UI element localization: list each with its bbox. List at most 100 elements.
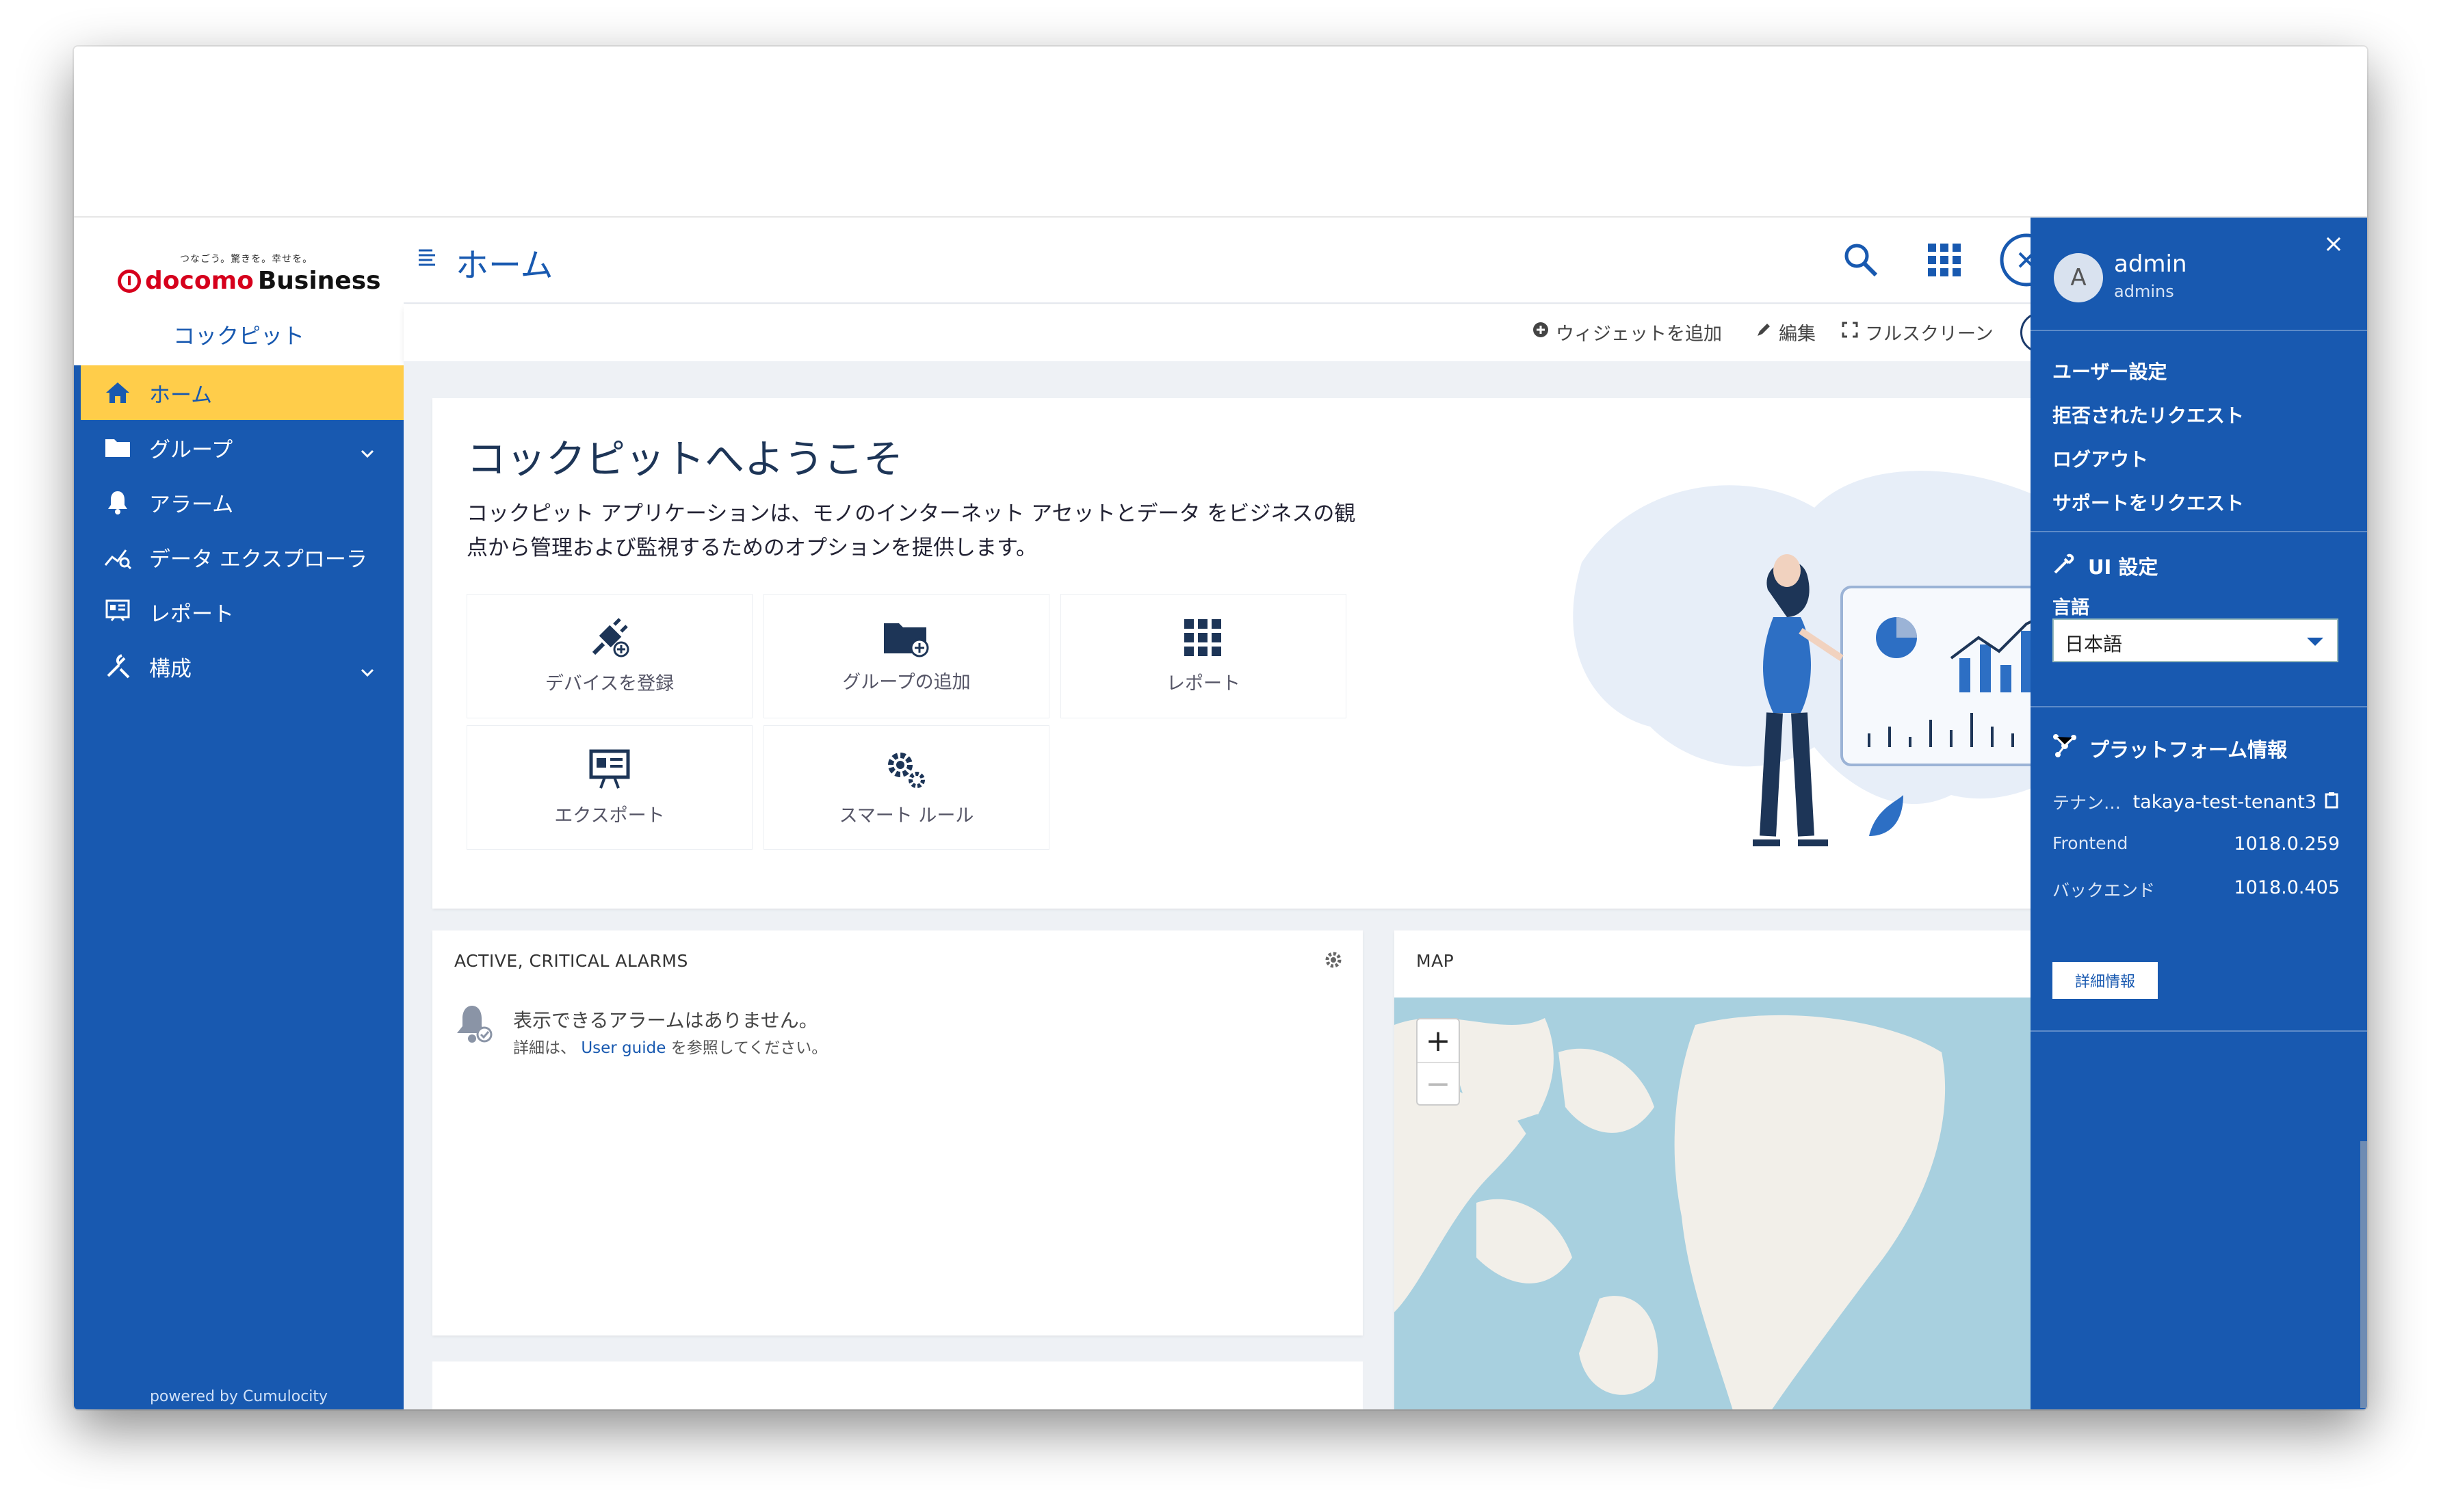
panel-scrollbar[interactable] [2360, 1141, 2367, 1408]
add-widget-button[interactable]: ウィジェットを追加 [1532, 319, 1722, 346]
chevron-down-icon[interactable] [360, 439, 375, 464]
tile-add-group[interactable]: グループの追加 [763, 594, 1049, 718]
gear-icon[interactable] [1324, 951, 1342, 972]
data-explorer-icon [103, 542, 133, 572]
chevron-down-icon[interactable] [360, 658, 375, 683]
brand-name-red: docomo [145, 267, 254, 295]
frontend-row: Frontend 1018.0.259 [2052, 833, 2340, 855]
sidebar-nav: ホーム グループ アラーム データ エクスプローラ レポート 構成 [74, 365, 404, 694]
divider [2031, 1030, 2367, 1032]
sidebar-item-groups[interactable]: グループ [74, 420, 404, 475]
widget-partial [432, 1361, 1363, 1409]
brand-tagline: つなごう。驚きを。幸せを。 [180, 254, 313, 265]
expand-icon [1842, 322, 1858, 343]
tenant-value-group: takaya-test-tenant3 [2133, 790, 2340, 814]
tile-label: スマート ルール [839, 805, 974, 826]
platform-info-label: プラットフォーム情報 [2089, 738, 2288, 761]
brand-logo[interactable]: docomo Business [118, 267, 381, 295]
sidebar-item-label: データ エクスプローラ [149, 547, 367, 572]
network-icon [2052, 733, 2077, 763]
sidebar-item-configuration[interactable]: 構成 [74, 639, 404, 694]
tenant-label: テナン… [2052, 793, 2122, 813]
page-title: ホーム [456, 246, 553, 285]
sidebar-item-data-explorer[interactable]: データ エクスプローラ [74, 530, 404, 584]
wrench-icon [103, 651, 133, 681]
sidebar-item-home[interactable]: ホーム [81, 365, 404, 420]
user-guide-link[interactable]: User guide [581, 1039, 666, 1057]
tile-export[interactable]: エクスポート [467, 725, 753, 850]
alarm-help-suffix: を参照してください。 [670, 1039, 828, 1057]
add-widget-label: ウィジェットを追加 [1556, 324, 1722, 345]
app-window: つなごう。驚きを。幸せを。 docomo Business コックピット ホーム… [74, 47, 2367, 1409]
sidebar: つなごう。驚きを。幸せを。 docomo Business コックピット ホーム… [74, 218, 404, 1409]
report-icon [103, 597, 133, 627]
menu-user-settings[interactable]: ユーザー設定 [2052, 357, 2167, 384]
folder-plus-icon [883, 619, 930, 660]
brand-area: つなごう。驚きを。幸せを。 docomo Business コックピット [74, 218, 404, 365]
caret-down-icon [2307, 638, 2323, 646]
plus-circle-icon [1532, 322, 1549, 343]
app-switcher-button[interactable] [1918, 235, 1970, 287]
sidebar-item-reports[interactable]: レポート [74, 584, 404, 639]
docomo-logo-icon [118, 269, 141, 293]
no-alarms-message: 表示できるアラームはありません。 [513, 1009, 818, 1032]
backend-label: バックエンド [2052, 881, 2156, 900]
ui-settings-title: UI 設定 [2052, 551, 2158, 580]
sidebar-item-label: グループ [149, 437, 233, 462]
edit-button[interactable]: 編集 [1755, 319, 1816, 346]
welcome-description: コックピット アプリケーションは、モノのインターネット アセットとデータ をビジ… [467, 501, 1356, 560]
avatar: A [2054, 253, 2103, 302]
zoom-in-button[interactable]: + [1418, 1019, 1459, 1062]
sidebar-item-label: アラーム [149, 492, 234, 517]
menu-request-support[interactable]: サポートをリクエスト [2052, 488, 2244, 516]
menu-rejected-requests[interactable]: 拒否されたリクエスト [2052, 401, 2244, 428]
welcome-title: コックピットへようこそ [467, 436, 904, 482]
grid-icon [1183, 618, 1224, 662]
alarms-widget: ACTIVE, CRITICAL ALARMS 表示できるアラームはありません。… [432, 930, 1363, 1335]
tile-register-device[interactable]: デバイスを登録 [467, 594, 753, 718]
home-icon [103, 378, 133, 408]
tile-smart-rules[interactable]: スマート ルール [763, 725, 1049, 850]
divider [2031, 330, 2367, 331]
panel-close-button[interactable]: × [2323, 230, 2344, 258]
backend-row: バックエンド 1018.0.405 [2052, 877, 2340, 902]
plug-icon [587, 617, 632, 662]
menu-toggle-icon[interactable] [417, 248, 436, 270]
sidebar-item-label: 構成 [149, 656, 192, 681]
browser-blank-area [74, 47, 2367, 218]
pencil-icon [1755, 322, 1772, 343]
alarms-title: ACTIVE, CRITICAL ALARMS [454, 951, 688, 971]
map-title: MAP [1416, 951, 1454, 971]
tile-reports[interactable]: レポート [1060, 594, 1346, 718]
language-select[interactable]: 日本語 [2052, 618, 2338, 662]
gears-icon [884, 748, 929, 794]
welcome-widget: コックピットへようこそ コックピット アプリケーションは、モノのインターネット … [432, 398, 2266, 909]
brand-name-black: Business [257, 267, 381, 295]
frontend-value: 1018.0.259 [2234, 833, 2340, 855]
presentation-icon [588, 748, 631, 794]
sidebar-item-label: レポート [149, 601, 234, 627]
eyedropper-icon [2052, 552, 2076, 580]
tile-label: レポート [1166, 673, 1240, 694]
search-button[interactable] [1835, 235, 1887, 287]
app-name[interactable]: コックピット [74, 319, 404, 350]
language-label: 言語 [2052, 597, 2089, 618]
copy-icon[interactable] [2323, 791, 2340, 813]
user-role: admins [2114, 282, 2174, 301]
tenant-value: takaya-test-tenant3 [2132, 791, 2316, 813]
user-name: admin [2114, 250, 2187, 278]
ui-settings-label: UI 設定 [2088, 556, 2158, 579]
details-button[interactable]: 詳細情報 [2052, 962, 2158, 999]
search-icon [1842, 241, 1880, 282]
menu-logout[interactable]: ログアウト [2052, 445, 2148, 472]
platform-info-title: プラットフォーム情報 [2052, 733, 2287, 763]
frontend-label: Frontend [2052, 833, 2128, 853]
sidebar-item-alarms[interactable]: アラーム [74, 475, 404, 530]
folder-icon [103, 432, 133, 462]
fullscreen-button[interactable]: フルスクリーン [1842, 319, 1994, 346]
zoom-out-button[interactable]: − [1418, 1062, 1459, 1104]
tile-label: グループの追加 [842, 671, 971, 693]
backend-value: 1018.0.405 [2234, 877, 2340, 898]
tile-label: エクスポート [554, 805, 665, 826]
grid-icon [1927, 242, 1962, 281]
